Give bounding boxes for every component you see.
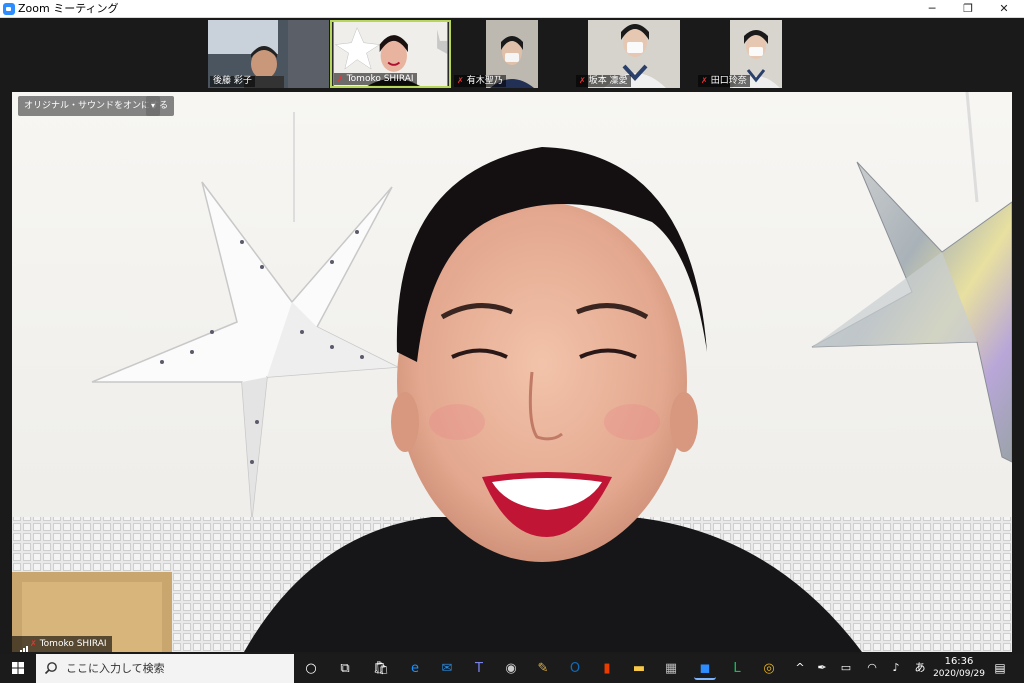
volume-icon[interactable]: ♪	[886, 660, 906, 676]
task-view-icon[interactable]: ⧉	[334, 658, 356, 680]
close-button[interactable]: ✕	[986, 0, 1022, 18]
participant-name: 後藤 彩子	[210, 76, 255, 87]
mic-muted-icon: ✗	[457, 76, 464, 85]
clock-time: 16:36	[944, 656, 974, 667]
participant-name: ✗ Tomoko SHIRAI	[334, 73, 417, 85]
camera-icon[interactable]: ◉	[500, 658, 522, 680]
line-icon[interactable]: L	[726, 658, 748, 680]
windows-taskbar: ここに入力して検索 ○ ⧉ 🛍 e ✉ T ◉ ✎ O ▮ ▬ ▦ ◼ L ◎ ^ ✒ ▭ ◠ ♪ あ 16…	[0, 654, 1024, 683]
zoom-app-icon	[3, 3, 15, 15]
battery-icon[interactable]: ▭	[836, 660, 856, 676]
speaker-name-label: ✗ Tomoko SHIRAI	[12, 636, 112, 652]
active-speaker-video[interactable]: オリジナル・サウンドをオンにする ▾ ✗ Tomoko SHIRAI	[12, 92, 1012, 652]
participant-name: ✗ 坂本 凜愛	[576, 75, 631, 87]
taskbar-clock[interactable]: 16:36 2020/09/29	[930, 655, 988, 681]
window-title: Zoom ミーティング	[18, 2, 119, 15]
pen-icon[interactable]: ✒	[812, 660, 832, 676]
mic-muted-icon: ✗	[30, 639, 37, 648]
start-button[interactable]	[0, 654, 36, 683]
mic-muted-icon: ✗	[337, 74, 344, 83]
participant-strip: 後藤 彩子 ✗ Tomoko SHIRAI ✗ 有木聖乃 ✗ 坂本 凜愛 ✗ 田…	[0, 18, 1024, 92]
outlook-icon[interactable]: O	[564, 658, 586, 680]
participant-tile-active[interactable]: ✗ Tomoko SHIRAI	[330, 20, 451, 88]
sound-dropdown-button[interactable]: ▾	[146, 96, 160, 116]
tray-overflow-icon[interactable]: ^	[790, 660, 810, 676]
explorer-icon[interactable]: ▬	[628, 658, 650, 680]
cortana-icon[interactable]: ○	[300, 658, 322, 680]
office-icon[interactable]: ▮	[596, 658, 618, 680]
participant-name: ✗ 有木聖乃	[454, 75, 506, 87]
zoom-icon[interactable]: ◼	[694, 658, 716, 680]
participant-tile[interactable]: ✗ 田口玲奈	[696, 20, 817, 88]
restore-button[interactable]: ❐	[950, 0, 986, 18]
ime-indicator[interactable]: あ	[910, 660, 930, 676]
search-placeholder: ここに入力して検索	[66, 662, 165, 675]
windows-icon	[12, 662, 24, 674]
notification-center-icon[interactable]: ▤	[990, 660, 1010, 676]
search-icon	[44, 662, 57, 675]
window-title-bar: Zoom ミーティング ─ ❐ ✕	[0, 0, 1024, 18]
mic-muted-icon: ✗	[579, 76, 586, 85]
participant-name: ✗ 田口玲奈	[698, 75, 750, 87]
wifi-icon[interactable]: ◠	[862, 660, 882, 676]
mic-muted-icon: ✗	[701, 76, 708, 85]
signal-strength-icon	[17, 639, 28, 652]
clock-date: 2020/09/29	[933, 669, 985, 679]
speaker-video-feed	[12, 92, 1012, 652]
chrome-icon[interactable]: ◎	[758, 658, 780, 680]
paint-icon[interactable]: ✎	[532, 658, 554, 680]
meeting-area: 後藤 彩子 ✗ Tomoko SHIRAI ✗ 有木聖乃 ✗ 坂本 凜愛 ✗ 田…	[0, 18, 1024, 654]
participant-tile[interactable]: ✗ 坂本 凜愛	[574, 20, 695, 88]
edge-icon[interactable]: e	[404, 658, 426, 680]
participant-tile[interactable]: ✗ 有木聖乃	[452, 20, 573, 88]
mail-icon[interactable]: ✉	[436, 658, 458, 680]
taskbar-search-box[interactable]: ここに入力して検索	[36, 654, 294, 683]
teams-icon[interactable]: T	[468, 658, 490, 680]
minimize-button[interactable]: ─	[914, 0, 950, 18]
participant-tile[interactable]: 後藤 彩子	[208, 20, 329, 88]
calculator-icon[interactable]: ▦	[660, 658, 682, 680]
store-icon[interactable]: 🛍	[370, 658, 392, 680]
